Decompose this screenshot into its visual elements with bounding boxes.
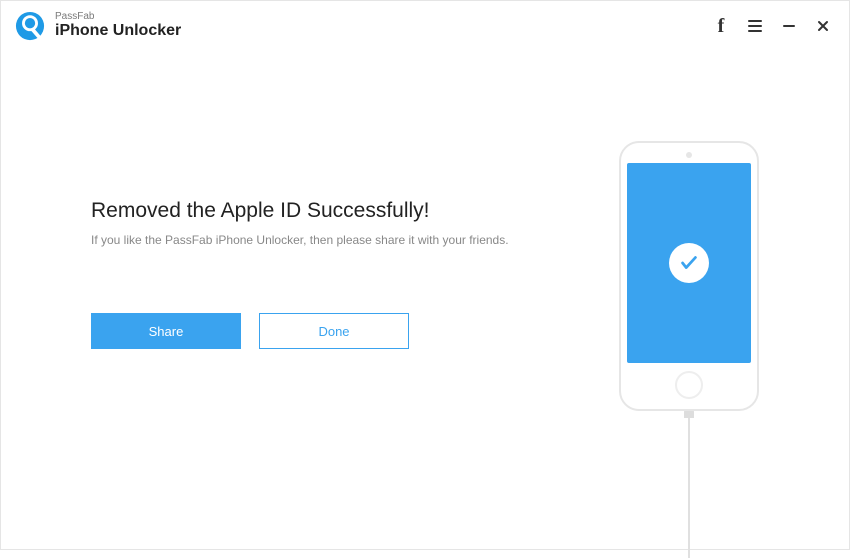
headline: Removed the Apple ID Successfully!: [91, 199, 549, 223]
brand-logo-icon: [15, 11, 45, 41]
cable-line-icon: [688, 418, 690, 558]
facebook-icon[interactable]: f: [711, 16, 731, 36]
phone-screen: [627, 163, 751, 363]
brand-title: iPhone Unlocker: [55, 23, 181, 40]
phone-frame: [619, 141, 759, 411]
brand: PassFab iPhone Unlocker: [15, 11, 181, 41]
titlebar: PassFab iPhone Unlocker f: [1, 1, 849, 51]
minimize-icon[interactable]: [779, 16, 799, 36]
cable-connector-icon: [684, 410, 694, 418]
main-content: Removed the Apple ID Successfully! If yo…: [1, 51, 849, 558]
success-check-icon: [669, 243, 709, 283]
brand-text: PassFab iPhone Unlocker: [55, 12, 181, 39]
menu-icon[interactable]: [745, 16, 765, 36]
home-button-icon: [675, 371, 703, 399]
share-button[interactable]: Share: [91, 313, 241, 349]
subtext: If you like the PassFab iPhone Unlocker,…: [91, 233, 549, 247]
done-button[interactable]: Done: [259, 313, 409, 349]
left-panel: Removed the Apple ID Successfully! If yo…: [91, 141, 549, 558]
right-panel: [589, 141, 789, 558]
button-row: Share Done: [91, 313, 549, 349]
close-icon[interactable]: [813, 16, 833, 36]
window-controls: f: [711, 16, 833, 36]
phone-illustration: [619, 141, 759, 558]
